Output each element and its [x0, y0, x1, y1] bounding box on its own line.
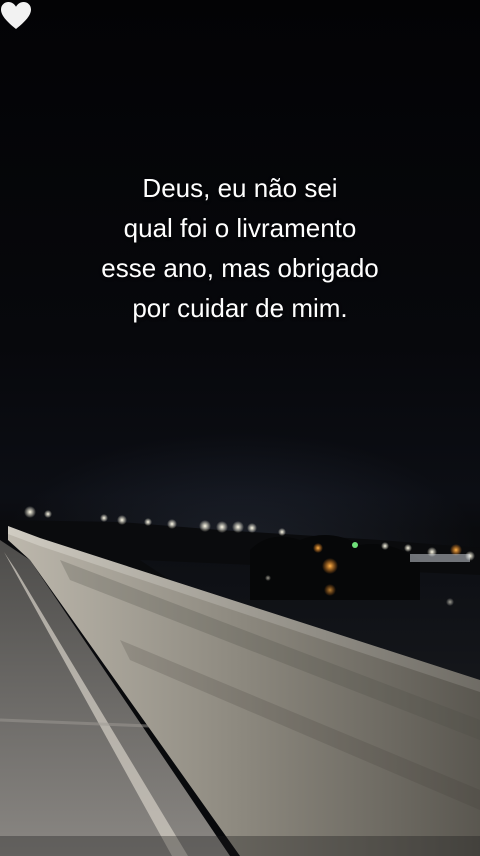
caption-line-3: esse ano, mas obrigado — [101, 253, 379, 283]
caption-line-2: qual foi o livramento — [123, 213, 357, 243]
white-heart-icon — [1, 2, 31, 29]
overlay-caption: Deus, eu não sei qual foi o livramento e… — [0, 168, 480, 328]
night-bridge-photo: Deus, eu não sei qual foi o livramento e… — [0, 0, 480, 856]
caption-line-4: por cuidar de mim. — [132, 293, 348, 323]
caption-line-1: Deus, eu não sei — [142, 173, 338, 203]
bottom-vignette — [0, 836, 480, 856]
scene-illustration — [0, 506, 480, 856]
